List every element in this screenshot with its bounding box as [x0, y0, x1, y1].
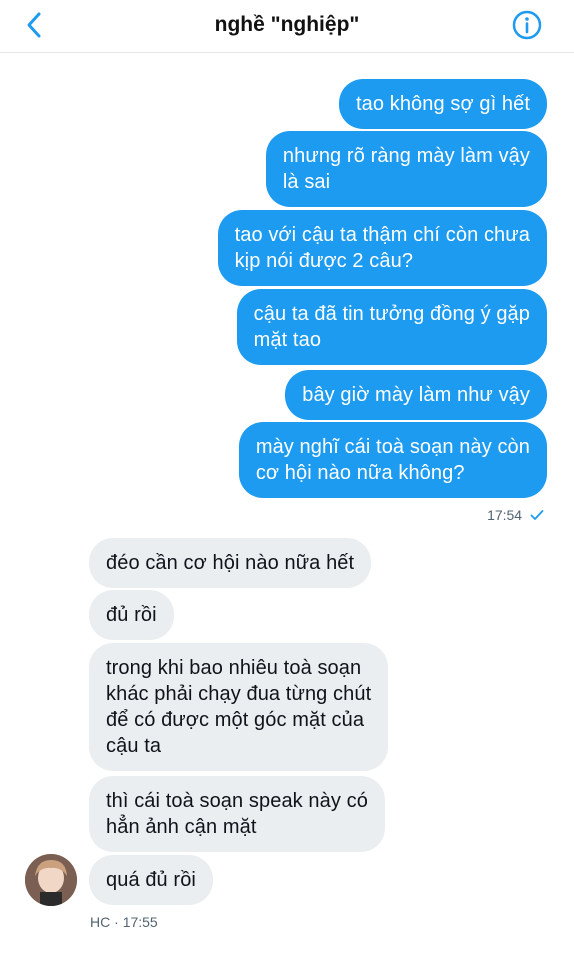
info-button[interactable]	[511, 9, 543, 41]
avatar-image	[25, 854, 77, 906]
sent-message[interactable]: nhưng rõ ràng mày làm vậy là sai	[265, 131, 547, 207]
meta-separator: ·	[114, 914, 119, 930]
received-message[interactable]: đéo cần cơ hội nào nữa hết	[89, 538, 372, 588]
received-message[interactable]: đủ rồi	[89, 590, 174, 640]
received-message-meta: HC · 17:55	[90, 914, 158, 930]
received-message[interactable]: quá đủ rồi	[89, 855, 213, 905]
info-icon	[512, 10, 542, 40]
check-icon	[530, 510, 544, 520]
message-timestamp: 17:55	[122, 914, 158, 930]
sent-message[interactable]: tao với cậu ta thậm chí còn chưa kịp nói…	[217, 210, 547, 286]
sent-message[interactable]: cậu ta đã tin tưởng đồng ý gặp mặt tao	[236, 289, 547, 365]
sent-message-meta: 17:54	[487, 507, 544, 523]
sent-message[interactable]: bây giờ mày làm như vậy	[285, 370, 547, 420]
sent-message[interactable]: tao không sợ gì hết	[338, 79, 547, 129]
conversation-header: nghề "nghiệp"	[0, 0, 574, 53]
sender-name: HC	[90, 914, 111, 930]
sent-message[interactable]: mày nghĩ cái toà soạn này còn cơ hội nào…	[238, 422, 547, 498]
message-timestamp: 17:54	[487, 507, 523, 523]
conversation-title: nghề "nghiệp"	[214, 13, 360, 36]
avatar[interactable]	[25, 854, 77, 906]
received-message[interactable]: thì cái toà soạn speak này có hẳn ảnh cậ…	[89, 776, 385, 852]
received-message[interactable]: trong khi bao nhiêu toà soạn khác phải c…	[89, 643, 389, 771]
